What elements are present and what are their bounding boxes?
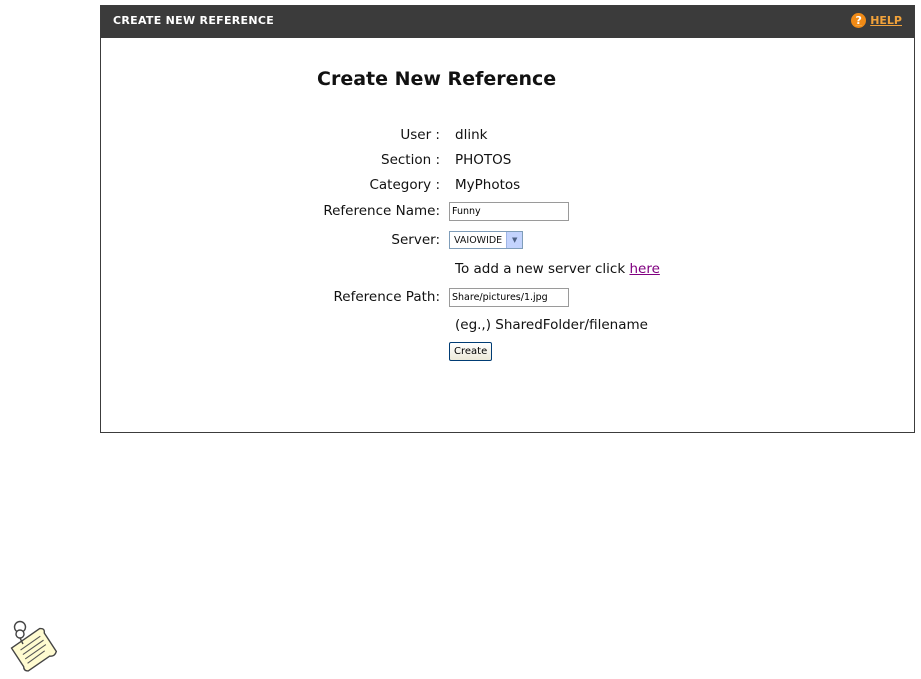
user-label: User : [400, 127, 440, 143]
category-row: Category : MyPhotos [101, 174, 914, 196]
add-server-text: To add a new server click [455, 261, 630, 277]
reference-name-row: Reference Name: [101, 200, 914, 222]
server-row: Server: VAIOWIDE ▼ [101, 229, 914, 251]
note-icon [10, 620, 58, 672]
add-server-row: To add a new server click here [101, 258, 914, 280]
user-row: User : dlink [101, 124, 914, 146]
create-row: Create [101, 340, 914, 362]
server-select[interactable]: VAIOWIDE ▼ [449, 231, 524, 249]
server-label: Server: [391, 232, 440, 248]
panel-header: CREATE NEW REFERENCE ? HELP [101, 6, 914, 38]
reference-name-label: Reference Name: [323, 203, 440, 219]
help-link[interactable]: ? HELP [851, 12, 902, 28]
section-value: PHOTOS [455, 152, 512, 168]
help-icon: ? [851, 12, 867, 28]
category-value: MyPhotos [455, 177, 521, 193]
reference-path-label: Reference Path: [333, 289, 440, 305]
create-reference-panel: CREATE NEW REFERENCE ? HELP Create New R… [100, 5, 915, 433]
help-label: HELP [870, 13, 902, 27]
path-hint: (eg.,) SharedFolder/filename [455, 317, 648, 333]
reference-path-row: Reference Path: [101, 286, 914, 308]
user-value: dlink [455, 127, 488, 143]
path-hint-row: (eg.,) SharedFolder/filename [101, 314, 914, 336]
category-label: Category : [369, 177, 440, 193]
server-selected-value: VAIOWIDE [454, 234, 503, 246]
add-server-link[interactable]: here [629, 261, 659, 277]
panel-title: CREATE NEW REFERENCE [113, 14, 275, 27]
page-title: Create New Reference [317, 68, 557, 90]
reference-path-input[interactable] [449, 287, 569, 307]
chevron-down-icon[interactable]: ▼ [506, 232, 523, 248]
create-button[interactable]: Create [449, 341, 493, 361]
section-label: Section : [381, 152, 440, 168]
section-row: Section : PHOTOS [101, 149, 914, 171]
reference-name-input[interactable] [449, 201, 569, 221]
